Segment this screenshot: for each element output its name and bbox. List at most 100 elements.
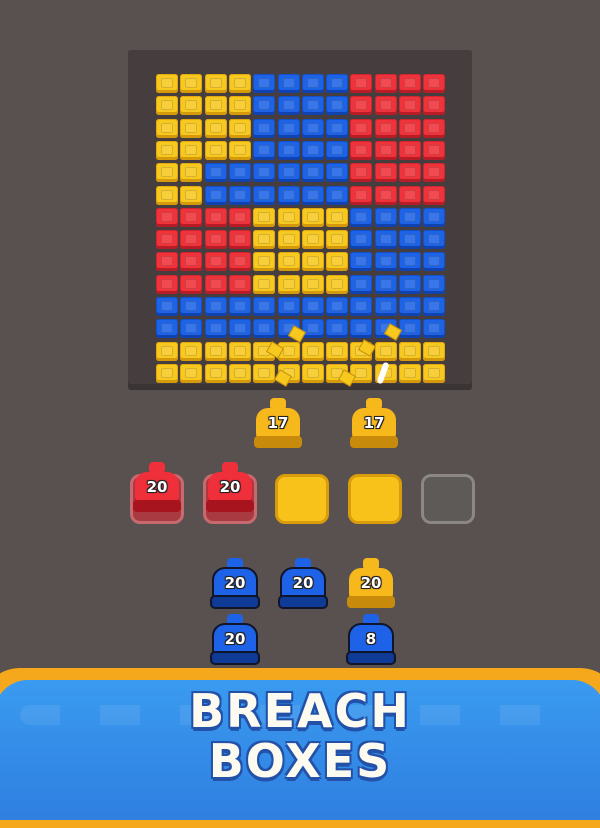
queue-cannon-3[interactable]: 20 [347,558,395,610]
block-cell [374,230,397,250]
block-cell [228,341,251,361]
block-cell [156,363,178,383]
slot-cannon-1[interactable]: 20 [133,462,181,514]
block-cell [350,319,373,339]
queue-cannon-2[interactable]: 20 [278,558,328,610]
queue-cannon-4[interactable]: 20 [210,614,260,666]
block-cell [326,96,349,116]
slot-3[interactable] [275,474,329,524]
block-cell [180,207,203,227]
block-cell [350,74,373,93]
block-cell [253,274,276,294]
block-cell [301,252,324,272]
block-cell [156,74,178,93]
block-cell [156,185,178,205]
block-cell [423,140,446,160]
block-cell [374,252,397,272]
slot-4[interactable] [348,474,402,524]
block-cell [301,140,324,160]
block-cell [204,96,227,116]
cannon-ammo-count: 20 [224,630,246,648]
block-cell [204,252,227,272]
block-cell [228,163,251,183]
block-cell [374,297,397,316]
block-cell [253,207,276,227]
block-cell [180,96,203,116]
active-cannon-2[interactable]: 17 [350,398,398,450]
block-cell [204,163,227,183]
block-cell [204,363,227,383]
block-cell [204,341,227,361]
cannon-ammo-count: 17 [267,414,289,432]
block-cell [399,140,421,160]
block-cell [253,319,276,339]
block-cell [399,185,421,205]
block-cell [350,185,373,205]
block-cell [253,140,276,160]
block-cell [204,118,227,138]
block-cell [180,74,203,93]
block-cell [253,363,276,383]
title-line-2: BOXES [208,734,392,788]
block-cell [253,297,276,316]
block-cell [180,118,203,138]
block-cell [399,363,421,383]
block-cell [301,274,324,294]
block-cell [253,252,276,272]
block-cell [277,140,300,160]
block-cell [156,163,178,183]
slot-5[interactable] [421,474,475,524]
block-cell [228,207,251,227]
block-cell [423,74,446,93]
block-cell [374,274,397,294]
block-cell [301,163,324,183]
cannon-ammo-count: 20 [146,478,168,496]
block-cell [399,274,421,294]
block-cell [253,185,276,205]
block-cell [326,341,349,361]
block-cell [374,207,397,227]
block-cell [204,319,227,339]
block-cell [326,297,349,316]
block-cell [399,163,421,183]
block-cell [326,74,349,93]
block-cell [180,163,203,183]
block-cell [204,274,227,294]
block-cell [326,230,349,250]
block-cell [374,74,397,93]
slot-cannon-2[interactable]: 20 [206,462,254,514]
block-cell [277,274,300,294]
cannon-base [346,651,396,665]
block-cell [350,140,373,160]
block-cell [326,185,349,205]
block-cell [423,252,446,272]
cannon-ammo-count: 20 [224,574,246,592]
block-cell [423,163,446,183]
queue-cannon-5[interactable]: 8 [346,614,396,666]
block-cell [180,252,203,272]
block-cell [204,74,227,93]
block-cell [374,96,397,116]
block-cell [301,96,324,116]
block-cell [180,341,203,361]
block-cell [156,207,178,227]
block-cell [423,185,446,205]
block-cell [156,341,178,361]
block-cell [374,118,397,138]
block-cell [277,96,300,116]
block-cell [228,297,251,316]
block-cell [350,96,373,116]
block-cell [423,207,446,227]
block-cell [301,118,324,138]
block-cell [301,363,324,383]
active-cannon-1[interactable]: 17 [254,398,302,450]
block-cell [399,118,421,138]
block-cell [180,363,203,383]
block-cell [326,207,349,227]
block-cell [399,74,421,93]
queue-cannon-1[interactable]: 20 [210,558,260,610]
block-cell [350,163,373,183]
block-cell [423,118,446,138]
block-cell [180,230,203,250]
cannon-base [278,595,328,609]
